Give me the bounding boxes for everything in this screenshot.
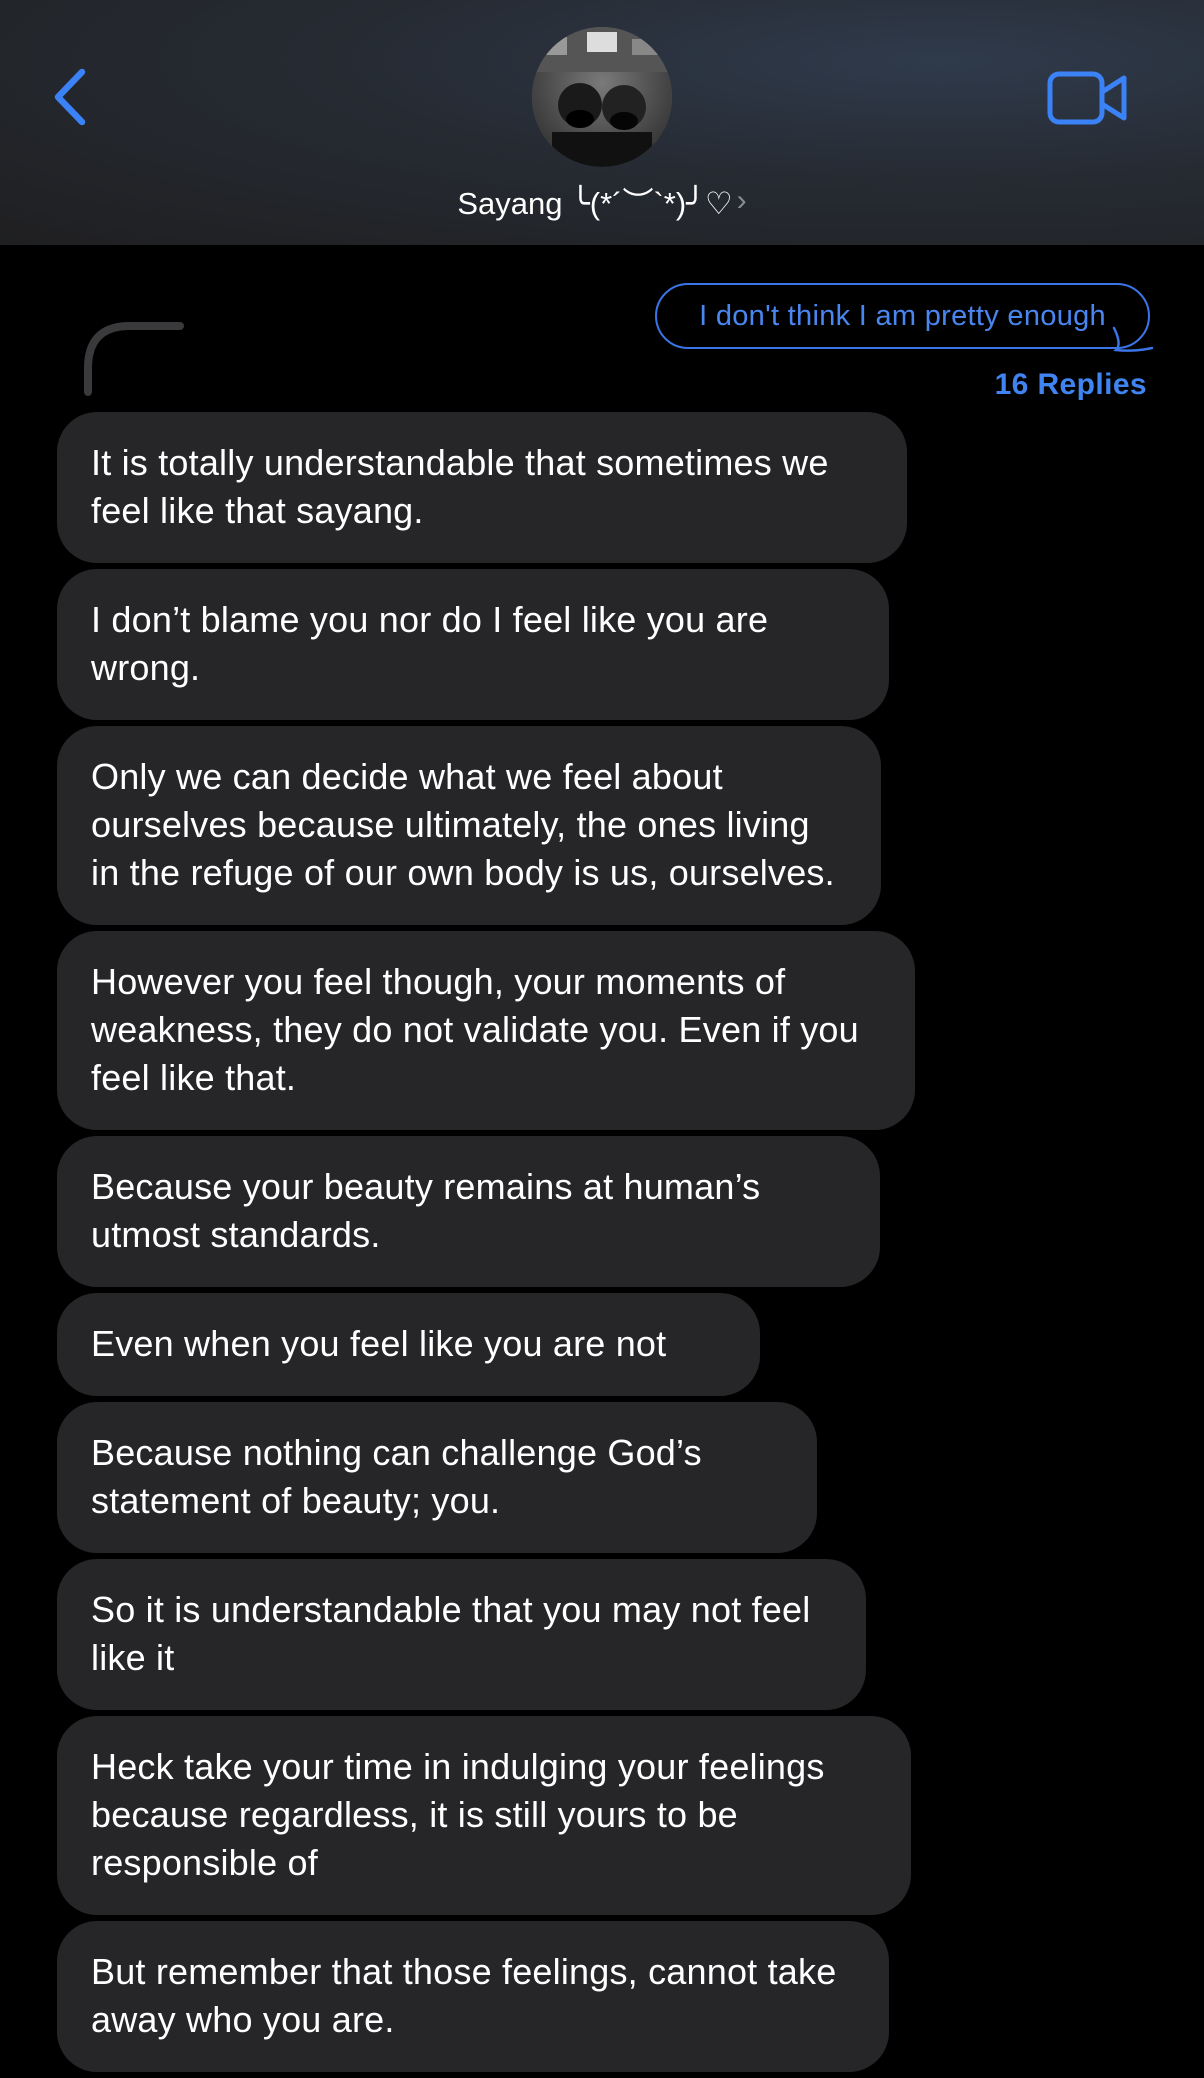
replies-count-link[interactable]: 16 Replies (995, 368, 1147, 402)
message-bubble[interactable]: Because nothing can challenge God’s stat… (57, 1402, 817, 1553)
message-bubble[interactable]: But remember that those feelings, cannot… (57, 1921, 889, 2072)
video-camera-icon (1047, 71, 1127, 125)
quoted-message[interactable]: I don't think I am pretty enough (655, 283, 1150, 349)
avatar[interactable] (532, 27, 672, 167)
profile-photo (532, 27, 672, 167)
chat-header: Sayang ╰(*´︶`*)╯♡ › (0, 0, 1204, 245)
bubble-tail-icon (1112, 326, 1154, 352)
message-bubble[interactable]: It is totally understandable that someti… (57, 412, 907, 563)
thread-connector-line (84, 322, 184, 396)
message-bubble[interactable]: Heck take your time in indulging your fe… (57, 1716, 911, 1915)
message-bubble[interactable]: I don’t blame you nor do I feel like you… (57, 569, 889, 720)
message-bubble[interactable]: So it is understandable that you may not… (57, 1559, 866, 1710)
message-bubble[interactable]: Because your beauty remains at human’s u… (57, 1136, 880, 1287)
chevron-left-icon (54, 68, 86, 126)
message-bubble[interactable]: However you feel though, your moments of… (57, 931, 915, 1130)
video-call-button[interactable] (1046, 68, 1130, 128)
quoted-message-text: I don't think I am pretty enough (699, 299, 1106, 332)
contact-name-button[interactable]: Sayang ╰(*´︶`*)╯♡ › (0, 178, 1204, 223)
contact-name: Sayang ╰(*´︶`*)╯♡ (457, 186, 733, 221)
message-bubble[interactable]: Even when you feel like you are not (57, 1293, 760, 1396)
message-bubble[interactable]: Only we can decide what we feel about ou… (57, 726, 881, 925)
chevron-right-icon: › (736, 183, 747, 217)
message-list: It is totally understandable that someti… (57, 412, 957, 2078)
back-button[interactable] (40, 62, 100, 132)
